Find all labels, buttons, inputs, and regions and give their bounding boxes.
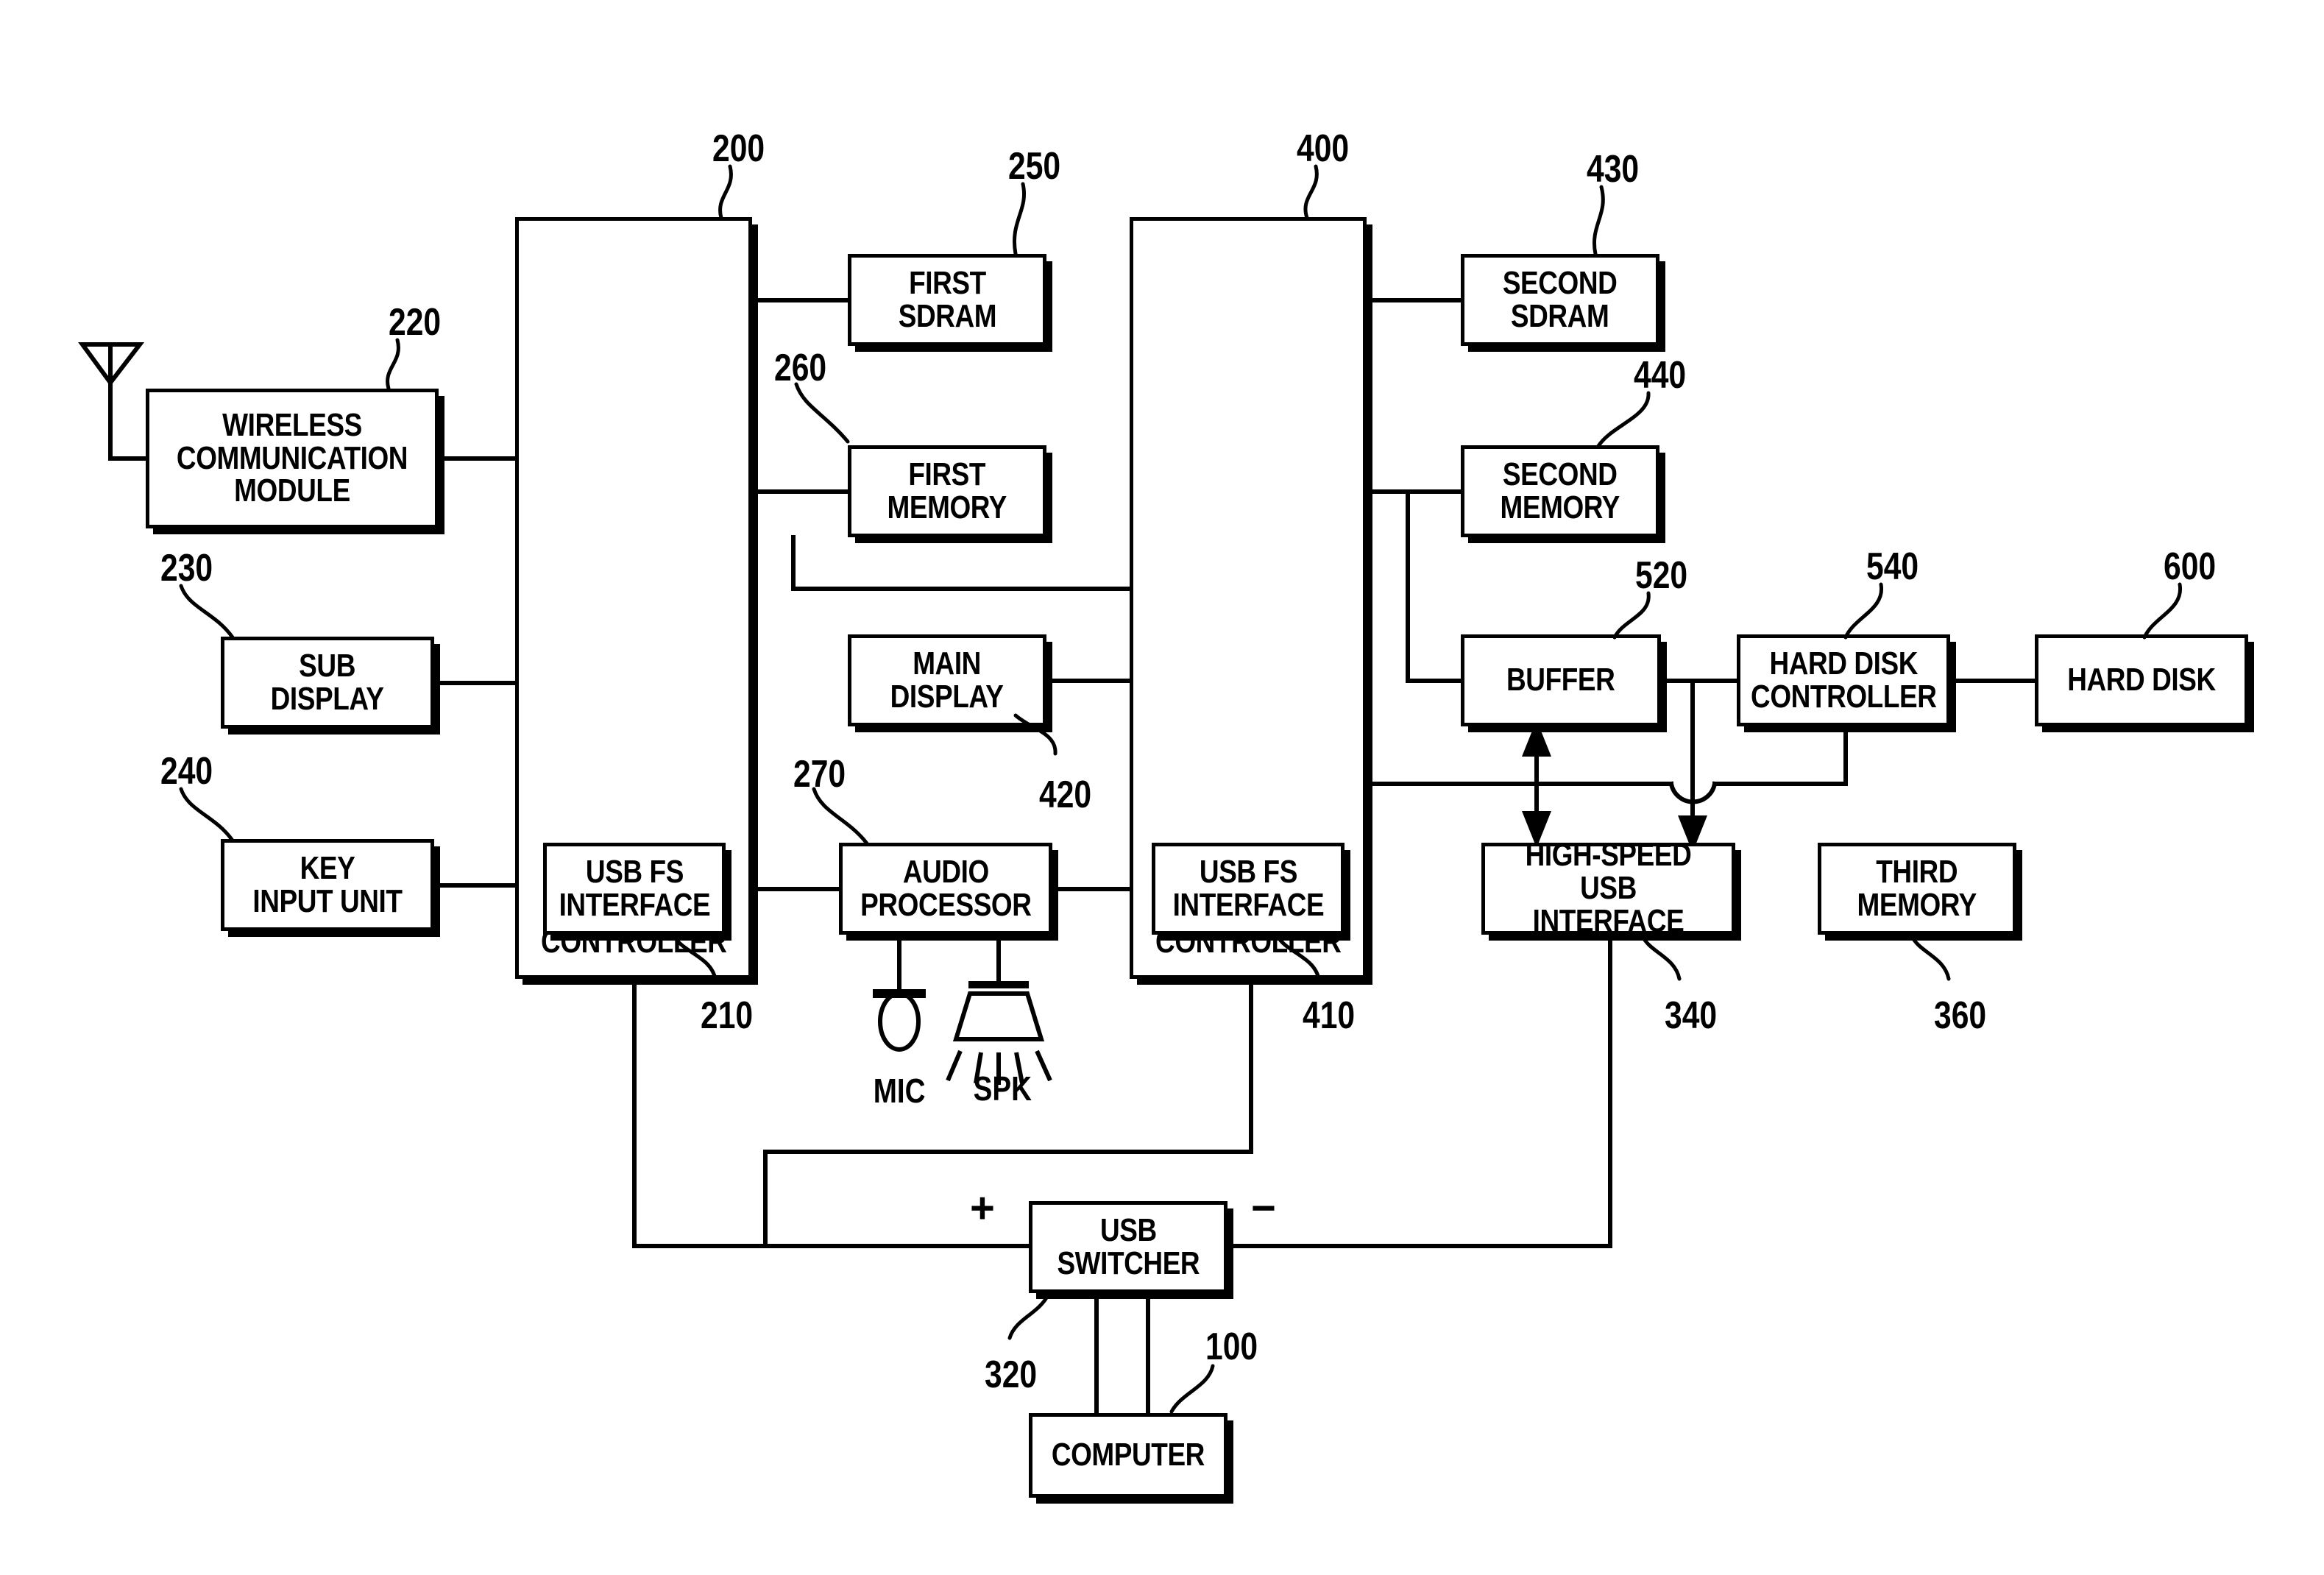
reference-number-420: 420 — [1039, 774, 1092, 816]
block-high-speed-usb-interface[interactable]: HIGH-SPEED USB INTERFACE — [1481, 838, 1735, 938]
reference-number-440: 440 — [1634, 354, 1687, 397]
block-third-memory[interactable]: THIRD MEMORY — [1818, 843, 2016, 935]
spk-label: SPK — [973, 1069, 1032, 1108]
block-first-sdram[interactable]: FIRST SDRAM — [848, 254, 1046, 346]
usb-switcher-minus-sign: − — [1251, 1184, 1276, 1232]
block-label: HARD DISK CONTROLLER — [1750, 645, 1937, 715]
reference-number-100: 100 — [1205, 1326, 1258, 1368]
block-label: COMPUTER — [1051, 1437, 1205, 1473]
block-audio-processor[interactable]: AUDIO PROCESSOR — [839, 843, 1052, 935]
block-label: MAIN DISPLAY — [890, 645, 1004, 715]
antenna-icon — [78, 342, 145, 387]
reference-number-240: 240 — [160, 750, 213, 793]
reference-number-360: 360 — [1934, 994, 1987, 1037]
microphone-icon — [873, 935, 926, 1052]
block-hard-disk[interactable]: HARD DISK — [2035, 634, 2248, 726]
reference-number-230: 230 — [160, 547, 213, 590]
mic-label: MIC — [873, 1072, 926, 1110]
block-label: USB FS INTERFACE — [559, 853, 710, 923]
block-label: KEY INPUT UNIT — [252, 849, 403, 919]
block-label: FIRST SDRAM — [898, 264, 996, 334]
block-label: THIRD MEMORY — [1857, 853, 1977, 923]
block-label: HIGH-SPEED USB INTERFACE — [1525, 837, 1692, 939]
speaker-icon — [946, 935, 1052, 1085]
reference-number-210: 210 — [701, 994, 754, 1037]
reference-number-250: 250 — [1008, 145, 1061, 188]
reference-number-220: 220 — [389, 301, 442, 344]
block-usb-switcher[interactable]: USB SWITCHER — [1029, 1201, 1227, 1293]
block-label: BUFFER — [1506, 662, 1615, 698]
reference-number-410: 410 — [1303, 994, 1356, 1037]
block-buffer[interactable]: BUFFER — [1461, 634, 1661, 726]
block-key-input-unit[interactable]: KEY INPUT UNIT — [221, 839, 434, 931]
block-wireless-communication-module[interactable]: WIRELESS COMMUNICATION MODULE — [146, 389, 439, 528]
reference-number-340: 340 — [1665, 994, 1718, 1037]
block-label: USB SWITCHER — [1057, 1211, 1200, 1281]
block-label: FIRST MEMORY — [887, 456, 1007, 525]
block-label: HARD DISK — [2067, 662, 2216, 698]
block-hard-disk-controller[interactable]: HARD DISK CONTROLLER — [1737, 634, 1950, 726]
reference-number-270: 270 — [793, 753, 846, 796]
block-computer[interactable]: COMPUTER — [1029, 1413, 1227, 1498]
block-second-sdram[interactable]: SECOND SDRAM — [1461, 254, 1659, 346]
reference-number-540: 540 — [1866, 545, 1919, 588]
reference-number-520: 520 — [1635, 554, 1688, 597]
block-usb-fs-interface-sub[interactable]: USB FS INTERFACE — [1152, 843, 1345, 935]
block-main-display[interactable]: MAIN DISPLAY — [848, 634, 1046, 726]
reference-number-430: 430 — [1587, 148, 1640, 191]
reference-number-400: 400 — [1297, 127, 1350, 170]
block-sub-display[interactable]: SUB DISPLAY — [221, 637, 434, 729]
block-label: SECOND SDRAM — [1503, 264, 1618, 334]
reference-number-200: 200 — [712, 127, 765, 170]
block-label: SUB DISPLAY — [271, 647, 384, 717]
figure-canvas: WIRELESS COMMUNICATION MODULE MAIN CONTR… — [0, 0, 2324, 1575]
block-label: SECOND MEMORY — [1500, 456, 1620, 525]
reference-number-600: 600 — [2164, 545, 2217, 588]
block-first-memory[interactable]: FIRST MEMORY — [848, 445, 1046, 537]
block-second-memory[interactable]: SECOND MEMORY — [1461, 445, 1659, 537]
block-label: WIRELESS COMMUNICATION MODULE — [176, 406, 408, 509]
block-label: USB FS INTERFACE — [1172, 853, 1324, 923]
reference-number-320: 320 — [985, 1353, 1038, 1396]
block-usb-fs-interface-main[interactable]: USB FS INTERFACE — [543, 843, 726, 935]
usb-switcher-plus-sign: + — [970, 1184, 995, 1232]
reference-number-260: 260 — [774, 347, 827, 389]
block-label: AUDIO PROCESSOR — [860, 853, 1032, 923]
